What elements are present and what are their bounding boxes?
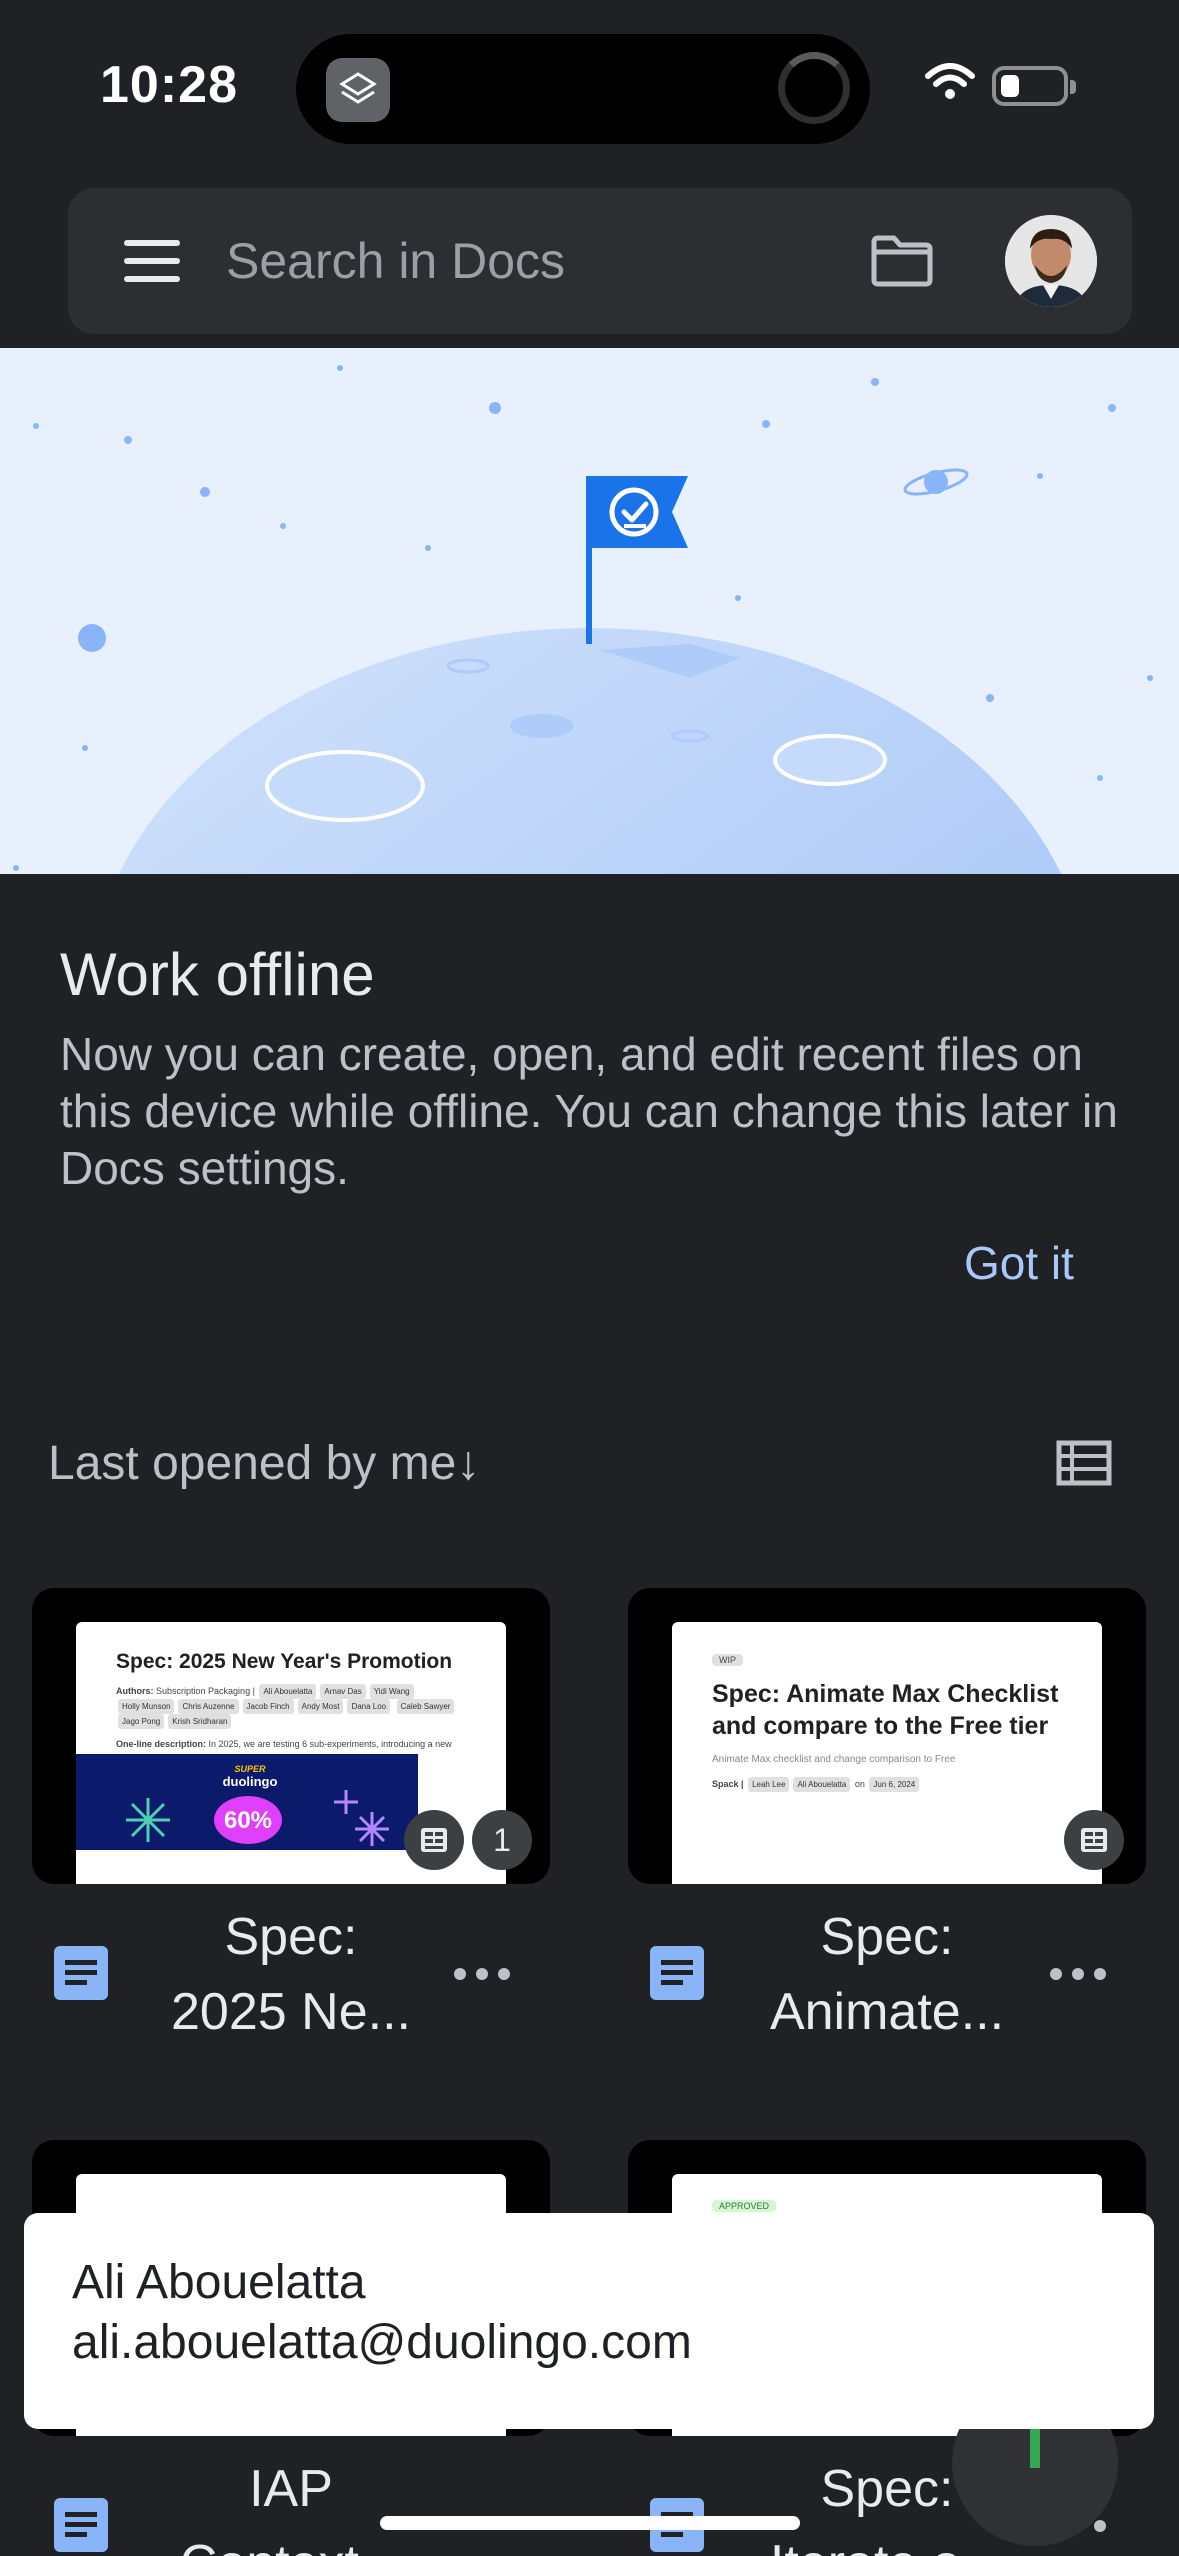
got-it-button[interactable]: Got it bbox=[964, 1236, 1074, 1290]
plus-icon bbox=[1030, 2428, 1040, 2468]
offline-available-icon bbox=[404, 1810, 464, 1870]
file-title[interactable]: IAP Context... bbox=[146, 2452, 436, 2556]
search-input[interactable]: Search in Docs bbox=[226, 232, 565, 290]
doc-icon bbox=[54, 2498, 108, 2552]
menu-icon[interactable] bbox=[124, 240, 180, 282]
status-chip: APPROVED bbox=[712, 2200, 777, 2212]
folder-icon[interactable] bbox=[870, 234, 934, 288]
file-title[interactable]: Spec: 2025 Ne... bbox=[146, 1900, 436, 2050]
account-toast: Ali Abouelatta ali.abouelatta@duolingo.c… bbox=[24, 2213, 1154, 2429]
battery-icon bbox=[992, 66, 1076, 106]
preview-heading: Spec: Animate Max Checklist and compare … bbox=[712, 1680, 1059, 1740]
doc-icon bbox=[650, 1946, 704, 2000]
offline-title: Work offline bbox=[60, 941, 375, 1008]
file-thumbnail[interactable]: Spec: 2025 New Year's Promotion Authors:… bbox=[32, 1588, 550, 1884]
sort-label: Last opened by me bbox=[48, 1437, 457, 1490]
search-bar[interactable]: Search in Docs bbox=[68, 188, 1132, 334]
account-name: Ali Abouelatta bbox=[72, 2256, 366, 2309]
svg-text:SUPER: SUPER bbox=[234, 1764, 266, 1774]
file-title[interactable]: Spec: Animate... bbox=[742, 1900, 1032, 2050]
shortcuts-app-icon bbox=[326, 58, 390, 122]
account-email: ali.abouelatta@duolingo.com bbox=[72, 2316, 692, 2369]
list-view-icon[interactable] bbox=[1056, 1440, 1112, 1486]
preview-heading: Spec: 2025 New Year's Promotion bbox=[116, 1650, 453, 1673]
preview-meta: Spack | Leah Lee Ali Abouelatta on Jun 6,… bbox=[712, 1777, 1062, 1792]
offline-description: Now you can create, open, and edit recen… bbox=[60, 1028, 1118, 1194]
doc-preview: WIP Spec: Animate Max Checklist and comp… bbox=[672, 1622, 1102, 1884]
dynamic-island[interactable] bbox=[296, 34, 870, 144]
status-chip: WIP bbox=[712, 1654, 743, 1666]
doc-icon bbox=[54, 1946, 108, 2000]
promo-image: SUPER duolingo 60% bbox=[76, 1754, 418, 1850]
preview-subtitle: Animate Max checklist and change compari… bbox=[712, 1754, 956, 1765]
file-thumbnail[interactable]: WIP Spec: Animate Max Checklist and comp… bbox=[628, 1588, 1146, 1884]
sort-direction-icon: ↓ bbox=[456, 1437, 481, 1490]
status-time: 10:28 bbox=[100, 56, 238, 114]
offline-available-icon bbox=[1064, 1810, 1124, 1870]
more-options-icon[interactable] bbox=[454, 1964, 510, 1984]
offline-illustration bbox=[0, 348, 1179, 874]
more-options-icon[interactable] bbox=[1050, 1964, 1106, 1984]
svg-text:duolingo: duolingo bbox=[223, 1774, 278, 1789]
status-bar: 10:28 bbox=[0, 0, 1179, 180]
activity-ring-icon bbox=[778, 52, 850, 124]
home-indicator[interactable] bbox=[380, 2516, 800, 2530]
sort-selector[interactable]: Last opened by me↓ bbox=[48, 1436, 480, 1491]
comment-count-badge: 1 bbox=[472, 1810, 532, 1870]
account-avatar[interactable] bbox=[1005, 215, 1097, 307]
wifi-icon bbox=[925, 63, 975, 99]
preview-authors: Authors: Subscription Packaging | Ali Ab… bbox=[116, 1684, 466, 1729]
svg-text:60%: 60% bbox=[224, 1807, 272, 1834]
